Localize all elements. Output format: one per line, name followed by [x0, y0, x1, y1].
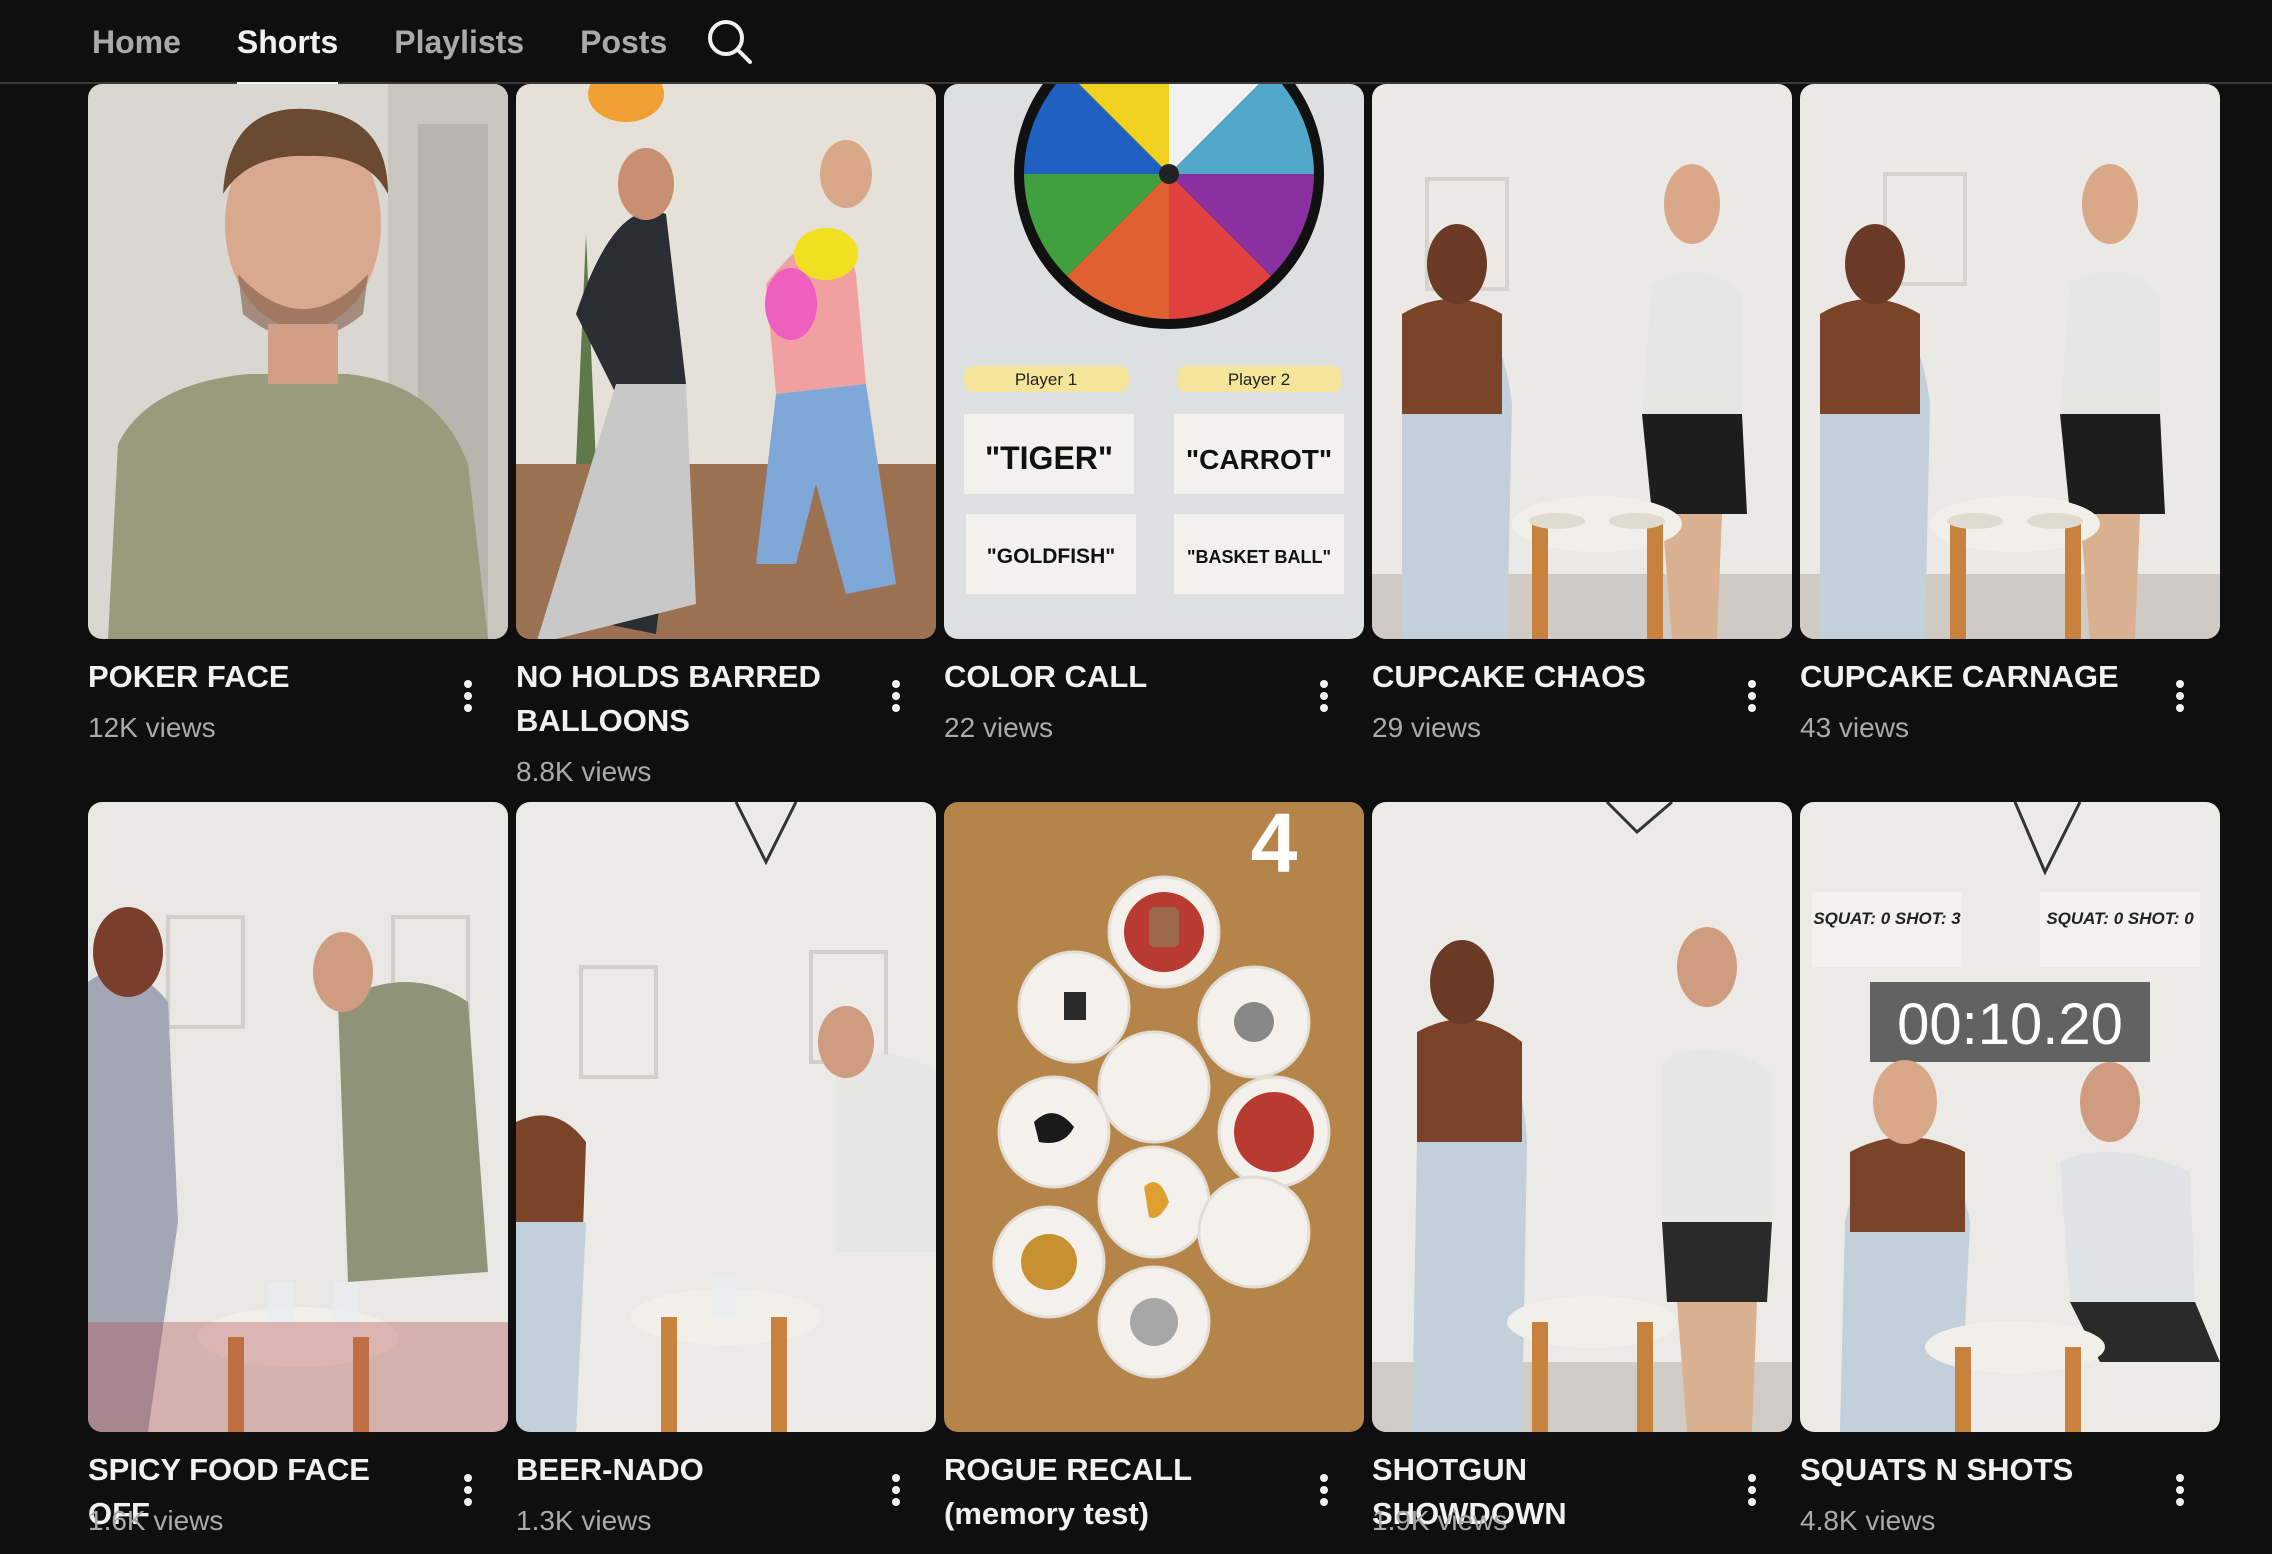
search-button[interactable]: [700, 12, 760, 72]
short-thumbnail[interactable]: [88, 84, 508, 639]
short-title[interactable]: COLOR CALL: [944, 655, 1284, 699]
short-views: 1.6K views: [88, 1505, 224, 1536]
more-options-button[interactable]: [1732, 670, 1772, 722]
tab-home[interactable]: Home: [92, 0, 181, 84]
short-thumbnail[interactable]: [1372, 802, 1792, 1432]
short-thumbnail[interactable]: [1800, 84, 2220, 639]
short-views: 12K views: [88, 712, 216, 743]
more-options-button[interactable]: [876, 1464, 916, 1516]
short-title[interactable]: SQUATS N SHOTS: [1800, 1448, 2140, 1492]
player1-label: Player 1: [1015, 370, 1077, 389]
more-vert-icon: [464, 1474, 472, 1506]
word-card: "TIGER": [985, 440, 1113, 476]
tab-posts[interactable]: Posts: [580, 0, 667, 84]
more-options-button[interactable]: [1732, 1464, 1772, 1516]
word-card: "GOLDFISH": [987, 545, 1115, 568]
short-thumbnail[interactable]: [1372, 84, 1792, 639]
short-views: 1.3K views: [516, 1505, 652, 1536]
short-thumbnail[interactable]: Player 1 Player 2 "TIGER" "CARROT" "GOLD…: [944, 84, 1364, 639]
more-vert-icon: [464, 680, 472, 712]
player2-label: Player 2: [1228, 370, 1290, 389]
short-views: 4.8K views: [1800, 1505, 1936, 1536]
short-thumbnail[interactable]: [516, 802, 936, 1432]
more-vert-icon: [892, 1474, 900, 1506]
round-number: 4: [1251, 802, 1298, 890]
short-title[interactable]: NO HOLDS BARRED BALLOONS: [516, 655, 856, 743]
short-title[interactable]: CUPCAKE CHAOS: [1372, 655, 1712, 699]
score-card-left: SQUAT: 0 SHOT: 3: [1813, 909, 1961, 928]
word-card: "CARROT": [1186, 444, 1332, 475]
more-options-button[interactable]: [2160, 670, 2200, 722]
short-views: 22 views: [944, 712, 1053, 743]
more-vert-icon: [2176, 680, 2184, 712]
short-views: 43 views: [1800, 712, 1909, 743]
channel-tab-bar: Home Shorts Playlists Posts: [0, 0, 2272, 86]
more-options-button[interactable]: [448, 670, 488, 722]
short-title[interactable]: POKER FACE: [88, 655, 428, 699]
more-vert-icon: [1748, 1474, 1756, 1506]
more-vert-icon: [2176, 1474, 2184, 1506]
more-options-button[interactable]: [1304, 670, 1344, 722]
short-views: 29 views: [1372, 712, 1481, 743]
short-views: 1.9K views: [1372, 1505, 1508, 1536]
short-title[interactable]: BEER-NADO: [516, 1448, 856, 1492]
more-vert-icon: [1320, 1474, 1328, 1506]
more-options-button[interactable]: [448, 1464, 488, 1516]
short-title[interactable]: CUPCAKE CARNAGE: [1800, 655, 2140, 699]
short-thumbnail[interactable]: [516, 84, 936, 639]
more-vert-icon: [1748, 680, 1756, 712]
score-card-right: SQUAT: 0 SHOT: 0: [2046, 909, 2194, 928]
tab-shorts[interactable]: Shorts: [236, 0, 339, 86]
channel-tabs: Home Shorts Playlists Posts: [92, 0, 723, 86]
short-thumbnail[interactable]: 4: [944, 802, 1364, 1432]
word-card: "BASKET BALL": [1187, 547, 1331, 567]
tab-playlists[interactable]: Playlists: [394, 0, 524, 84]
more-options-button[interactable]: [876, 670, 916, 722]
short-title[interactable]: ROGUE RECALL (memory test): [944, 1448, 1284, 1536]
short-thumbnail[interactable]: [88, 802, 508, 1432]
search-icon: [708, 20, 752, 64]
short-views: 8.8K views: [516, 756, 652, 787]
more-vert-icon: [1320, 680, 1328, 712]
timer-display: 00:10.20: [1897, 992, 2123, 1057]
more-options-button[interactable]: [2160, 1464, 2200, 1516]
short-thumbnail[interactable]: SQUAT: 0 SHOT: 3 SQUAT: 0 SHOT: 0 00:10.…: [1800, 802, 2220, 1432]
more-vert-icon: [892, 680, 900, 712]
more-options-button[interactable]: [1304, 1464, 1344, 1516]
